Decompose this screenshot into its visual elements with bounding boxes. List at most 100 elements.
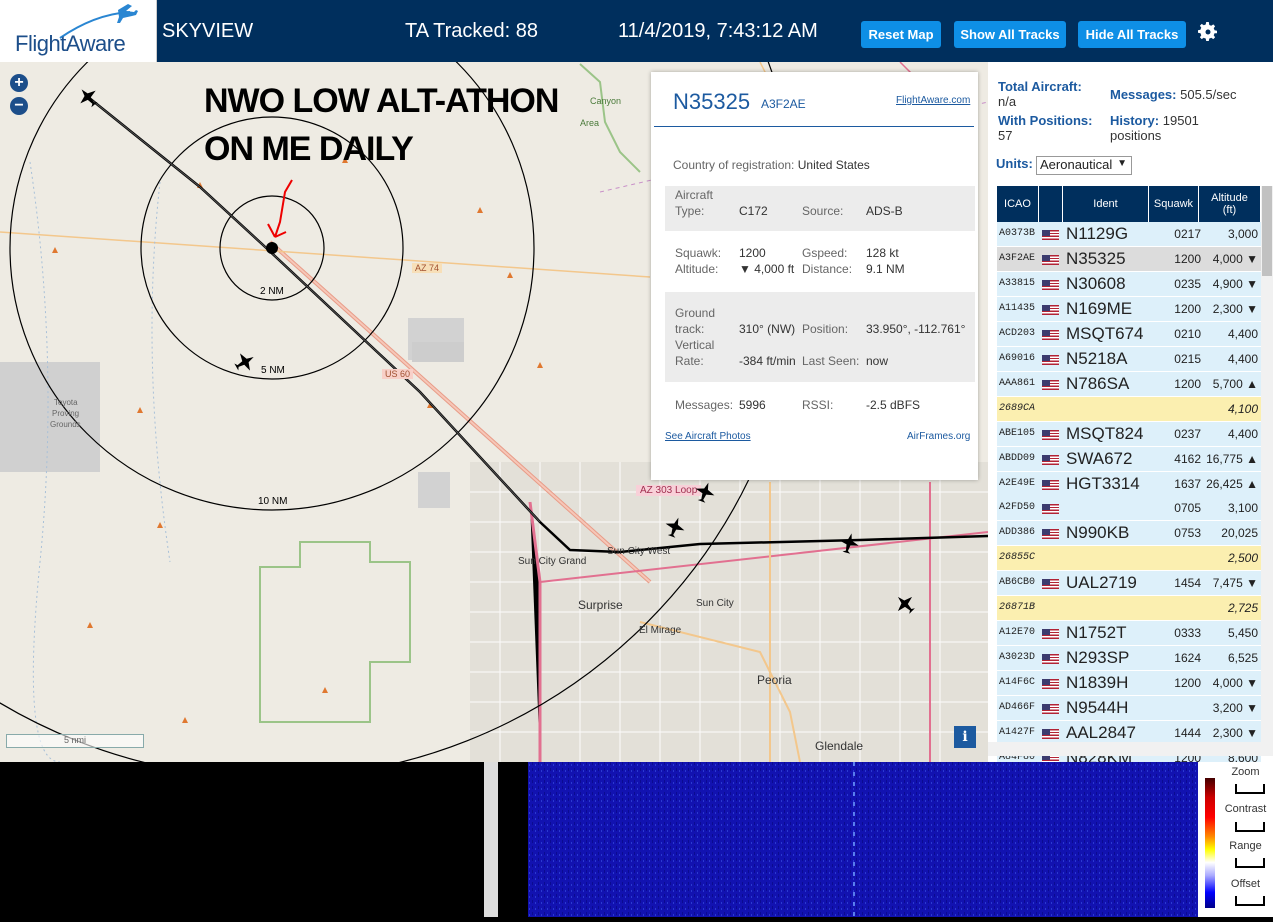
row-altitude: 7,475 ▼ bbox=[1212, 576, 1258, 591]
overlay-text-line1: NWO LOW ALT-ATHON bbox=[204, 82, 559, 120]
table-row[interactable]: 26855C 2,500 bbox=[997, 546, 1261, 571]
gear-icon[interactable] bbox=[1196, 20, 1220, 44]
table-row[interactable]: A14F6C N1839H 1200 4,000 ▼ bbox=[997, 671, 1261, 696]
spectrum-controls: Zoom Contrast Range Offset bbox=[1198, 762, 1273, 917]
row-squawk: 4162 bbox=[1174, 451, 1201, 466]
us-flag-icon bbox=[1042, 279, 1059, 290]
row-ident: UAL2719 bbox=[1066, 573, 1137, 593]
popup-divider bbox=[654, 126, 974, 127]
row-altitude: 26,425 ▲ bbox=[1206, 476, 1258, 491]
table-row[interactable]: ADD386 N990KB 0753 20,025 bbox=[997, 521, 1261, 546]
row-altitude: 2,300 ▼ bbox=[1212, 301, 1258, 316]
flightaware-link[interactable]: FlightAware.com bbox=[896, 95, 970, 106]
row-ident: N990KB bbox=[1066, 523, 1130, 543]
table-row[interactable]: A0373B N1129G 0217 3,000 bbox=[997, 222, 1261, 246]
rate-value: -384 ft/min bbox=[739, 354, 796, 368]
us-flag-icon bbox=[1042, 704, 1059, 715]
row-altitude: 20,025 bbox=[1221, 526, 1258, 541]
table-row[interactable]: A69016 N5218A 0215 4,400 bbox=[997, 346, 1261, 371]
plane-icon[interactable] bbox=[837, 531, 861, 555]
us-flag-icon bbox=[1042, 429, 1059, 440]
row-squawk: 1200 bbox=[1174, 376, 1201, 391]
row-squawk: 0237 bbox=[1174, 426, 1201, 441]
range-slider[interactable] bbox=[1235, 858, 1265, 868]
rssi-value: -2.5 dBFS bbox=[866, 398, 921, 412]
table-row[interactable]: ABDD09 SWA672 4162 16,775 ▲ bbox=[997, 446, 1261, 471]
source-label: Source: bbox=[802, 204, 844, 218]
row-squawk: 1200 bbox=[1174, 301, 1201, 316]
zoom-slider[interactable] bbox=[1235, 784, 1265, 794]
plane-icon[interactable] bbox=[893, 592, 917, 616]
plane-icon[interactable] bbox=[233, 350, 257, 374]
row-squawk: 1200 bbox=[1174, 676, 1201, 691]
spectrum-divider[interactable] bbox=[484, 762, 498, 917]
row-icao: AAA861 bbox=[999, 377, 1036, 389]
row-altitude: 4,100 bbox=[1227, 401, 1258, 416]
row-altitude: 3,100 bbox=[1227, 501, 1258, 516]
zoom-label: Zoom bbox=[1231, 766, 1260, 778]
info-icon[interactable]: i bbox=[954, 726, 976, 748]
table-row[interactable]: A11435 N169ME 1200 2,300 ▼ bbox=[997, 296, 1261, 321]
table-hscrollbar[interactable] bbox=[988, 742, 1273, 756]
table-row[interactable]: A2FD50 0705 3,100 bbox=[997, 496, 1261, 521]
place-sun-city-grand: Sun City Grand bbox=[518, 556, 587, 567]
row-icao: ABE105 bbox=[999, 427, 1036, 439]
squawk-value: 1200 bbox=[739, 246, 766, 260]
type-value: C172 bbox=[739, 204, 768, 218]
messages-rate-label: Messages: bbox=[1110, 87, 1177, 102]
zoom-in-button[interactable]: + bbox=[10, 74, 28, 92]
col-squawk[interactable]: Squawk bbox=[1149, 186, 1199, 222]
track-value: 310° (NW) bbox=[739, 322, 796, 336]
source-value: ADS-B bbox=[866, 204, 903, 218]
col-icao[interactable]: ICAO bbox=[997, 186, 1039, 222]
place-canyon: Canyon bbox=[590, 96, 622, 106]
distance-label: Distance: bbox=[802, 262, 853, 276]
overlay-text-line2: ON ME DAILY bbox=[204, 130, 414, 168]
plane-icon[interactable] bbox=[663, 515, 687, 539]
airframes-link[interactable]: AirFrames.org bbox=[907, 431, 970, 442]
row-altitude: 2,500 bbox=[1227, 551, 1258, 566]
place-area: Area bbox=[580, 118, 600, 128]
table-row[interactable]: A12E70 N1752T 0333 5,450 bbox=[997, 621, 1261, 646]
show-all-tracks-button[interactable]: Show All Tracks bbox=[954, 21, 1066, 48]
offset-slider[interactable] bbox=[1235, 896, 1265, 906]
row-altitude: 3,200 ▼ bbox=[1212, 701, 1258, 716]
row-icao: A12E70 bbox=[999, 627, 1036, 639]
waterfall-display[interactable] bbox=[498, 762, 1198, 917]
contrast-slider[interactable] bbox=[1235, 822, 1265, 832]
table-row[interactable]: A2E49E HGT3314 1637 26,425 ▲ bbox=[997, 471, 1261, 496]
row-ident: N30608 bbox=[1066, 273, 1126, 293]
row-icao: A14F6C bbox=[999, 677, 1036, 689]
zoom-out-button[interactable]: − bbox=[10, 97, 28, 115]
table-row[interactable]: A3023D N293SP 1624 6,525 bbox=[997, 646, 1261, 671]
table-row[interactable]: A33815 N30608 0235 4,900 ▼ bbox=[997, 271, 1261, 296]
table-scrollbar[interactable] bbox=[1261, 186, 1273, 742]
hide-all-tracks-button[interactable]: Hide All Tracks bbox=[1078, 21, 1186, 48]
table-row[interactable]: AB6CB0 UAL2719 1454 7,475 ▼ bbox=[997, 571, 1261, 596]
plane-icon[interactable] bbox=[76, 85, 100, 109]
track-label: track: bbox=[675, 322, 705, 336]
us-flag-icon bbox=[1042, 254, 1059, 265]
units-select[interactable]: Aeronautical ▼ bbox=[1036, 156, 1132, 175]
row-ident: N1752T bbox=[1066, 623, 1127, 643]
col-flag[interactable] bbox=[1039, 186, 1063, 222]
row-ident: HGT3314 bbox=[1066, 473, 1140, 493]
table-row[interactable]: A3F2AE N35325 1200 4,000 ▼ bbox=[997, 246, 1261, 271]
aircraft-photos-link[interactable]: See Aircraft Photos bbox=[665, 431, 751, 442]
country-value: United States bbox=[797, 158, 870, 172]
reset-map-button[interactable]: Reset Map bbox=[861, 21, 941, 48]
row-squawk bbox=[1157, 546, 1201, 570]
plane-icon[interactable] bbox=[693, 480, 717, 504]
table-row[interactable]: ACD203 MSQT674 0210 4,400 bbox=[997, 321, 1261, 346]
flightaware-logo[interactable]: FlightAware bbox=[0, 0, 157, 62]
table-row[interactable]: AD466F N9544H 3,200 ▼ bbox=[997, 696, 1261, 721]
us-flag-icon bbox=[1042, 379, 1059, 390]
table-row[interactable]: ABE105 MSQT824 0237 4,400 bbox=[997, 421, 1261, 446]
row-icao: A11435 bbox=[999, 302, 1036, 314]
table-row[interactable]: AAA861 N786SA 1200 5,700 ▲ bbox=[997, 371, 1261, 396]
table-row[interactable]: 26871B 2,725 bbox=[997, 596, 1261, 621]
table-row[interactable]: 2689CA 4,100 bbox=[997, 396, 1261, 421]
col-ident[interactable]: Ident bbox=[1063, 186, 1149, 222]
last-seen-value: now bbox=[866, 354, 889, 368]
col-altitude[interactable]: Altitude (ft) bbox=[1199, 186, 1261, 222]
